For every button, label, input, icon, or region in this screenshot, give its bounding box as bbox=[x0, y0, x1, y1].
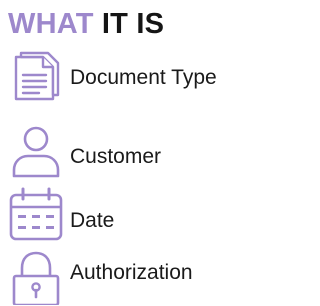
heading-accent-word: WHAT bbox=[8, 8, 94, 40]
item-label: Document Type bbox=[70, 66, 217, 89]
heading-rest: IT IS bbox=[101, 8, 165, 40]
list-item-customer: Customer bbox=[8, 124, 253, 180]
document-icon bbox=[8, 48, 64, 104]
item-label: Date bbox=[70, 209, 115, 232]
item-label: Authorization bbox=[70, 261, 193, 284]
list-item-authorization: Authorization bbox=[8, 249, 253, 305]
what-it-is-panel: WHAT IT IS Document Type Customer Date A… bbox=[0, 0, 257, 306]
list-item-document-type: Document Type bbox=[8, 48, 253, 104]
item-label: Customer bbox=[70, 145, 162, 168]
section-heading: WHAT IT IS bbox=[8, 8, 164, 40]
list-item-date: Date bbox=[8, 186, 253, 242]
user-icon bbox=[8, 124, 64, 180]
lock-icon bbox=[8, 249, 64, 305]
calendar-icon bbox=[8, 186, 64, 242]
